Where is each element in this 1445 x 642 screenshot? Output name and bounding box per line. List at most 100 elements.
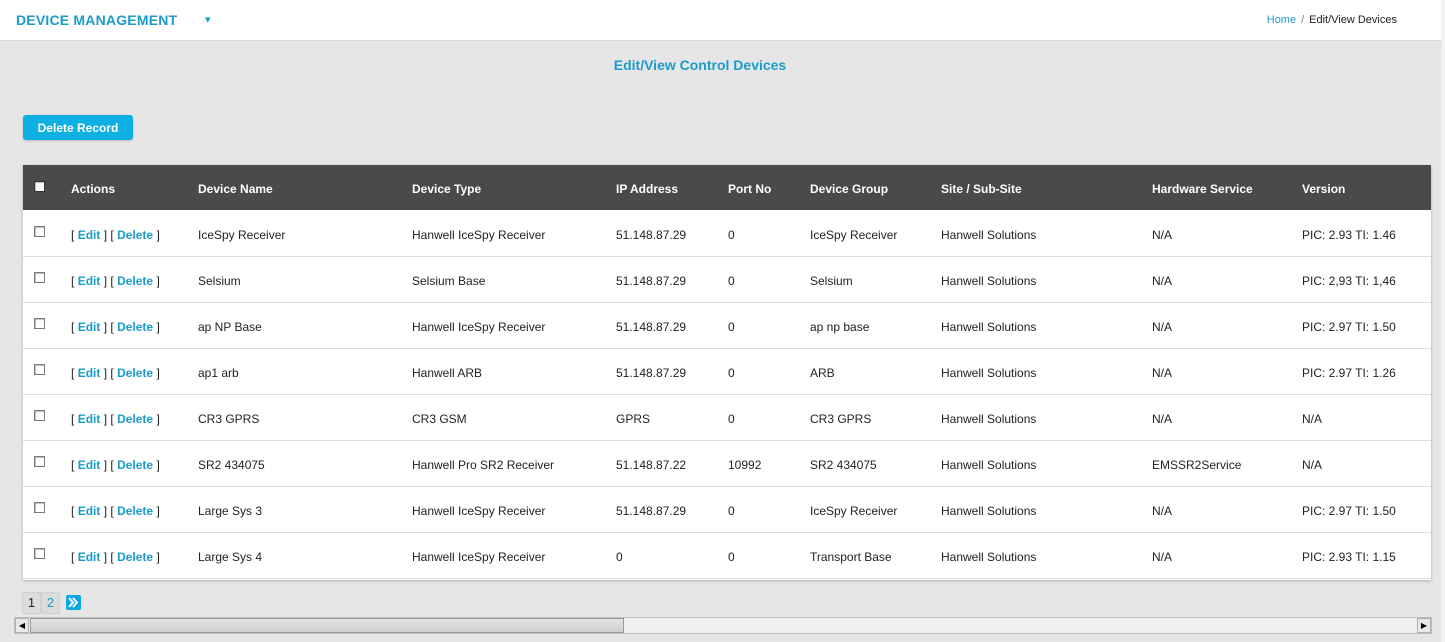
edit-link[interactable]: Edit: [78, 550, 101, 564]
cell-device-group: SR2 434075: [810, 458, 877, 472]
select-all-checkbox[interactable]: [34, 181, 45, 192]
cell-ip-address: 51.148.87.29: [616, 228, 687, 242]
table-row: [ Edit ] [ Delete ] Large Sys 3 Hanwell Ic…: [23, 486, 1431, 533]
table-row: [ Edit ] [ Delete ] IceSpy Receiver Hanwel…: [23, 210, 1431, 257]
delete-link[interactable]: Delete: [117, 228, 153, 242]
table-header: Actions Device Name Device Type IP Addre…: [23, 165, 1431, 210]
row-actions: [ Edit ] [ Delete ]: [71, 412, 160, 426]
bracket: ] [: [103, 550, 114, 564]
col-port-no[interactable]: Port No: [728, 182, 771, 196]
delete-link[interactable]: Delete: [117, 458, 153, 472]
cell-ip-address: 0: [616, 550, 623, 564]
cell-device-name: ap NP Base: [198, 320, 262, 334]
bracket: ] [: [103, 228, 114, 242]
table-row: [ Edit ] [ Delete ] ap NP Base Hanwell Ice…: [23, 302, 1431, 349]
cell-device-name: Selsium: [198, 274, 241, 288]
delete-link[interactable]: Delete: [117, 366, 153, 380]
col-device-name[interactable]: Device Name: [198, 182, 273, 196]
table-row: [ Edit ] [ Delete ] Selsium Selsium Base 51…: [23, 256, 1431, 303]
col-device-type[interactable]: Device Type: [412, 182, 481, 196]
horizontal-scrollbar[interactable]: ◀ ▶: [14, 617, 1432, 634]
col-version[interactable]: Version: [1302, 182, 1345, 196]
cell-device-type: Hanwell IceSpy Receiver: [412, 550, 546, 564]
devices-table: Actions Device Name Device Type IP Addre…: [23, 165, 1431, 580]
delete-link[interactable]: Delete: [117, 550, 153, 564]
cell-device-type: Selsium Base: [412, 274, 486, 288]
delete-record-button[interactable]: Delete Record: [23, 115, 133, 140]
edit-link[interactable]: Edit: [78, 366, 101, 380]
cell-version: N/A: [1302, 412, 1323, 426]
cell-device-type: Hanwell Pro SR2 Receiver: [412, 458, 555, 472]
bracket: [: [71, 228, 75, 242]
scroll-left-icon[interactable]: ◀: [15, 618, 29, 633]
next-page-button[interactable]: [63, 592, 84, 614]
menu-dropdown-icon[interactable]: ▾: [205, 13, 211, 26]
row-select-checkbox[interactable]: [34, 318, 45, 329]
row-select-checkbox[interactable]: [34, 226, 45, 237]
row-select-checkbox[interactable]: [34, 364, 45, 375]
cell-site: Hanwell Solutions: [941, 320, 1037, 334]
cell-ip-address: 51.148.87.29: [616, 320, 687, 334]
cell-device-type: Hanwell ARB: [412, 366, 483, 380]
row-select-checkbox[interactable]: [34, 548, 45, 559]
page-1[interactable]: 1: [22, 592, 41, 614]
edit-link[interactable]: Edit: [78, 320, 101, 334]
bracket: ] [: [103, 504, 114, 518]
cell-hardware-service: N/A: [1152, 366, 1173, 380]
cell-version: PIC: 2,93 TI: 1,46: [1302, 274, 1396, 288]
edit-link[interactable]: Edit: [78, 458, 101, 472]
cell-version: PIC: 2.97 TI: 1.50: [1302, 320, 1396, 334]
bracket: [: [71, 320, 75, 334]
next-page-icon: [66, 595, 81, 610]
bracket: ]: [156, 228, 160, 242]
cell-device-group: ap np base: [810, 320, 870, 334]
cell-device-type: Hanwell IceSpy Receiver: [412, 504, 546, 518]
row-actions: [ Edit ] [ Delete ]: [71, 320, 160, 334]
breadcrumb-home-link[interactable]: Home: [1267, 14, 1296, 26]
delete-link[interactable]: Delete: [117, 412, 153, 426]
cell-port-no: 0: [728, 274, 735, 288]
cell-ip-address: 51.148.87.29: [616, 504, 687, 518]
cell-device-name: Large Sys 3: [198, 504, 263, 518]
col-hardware-service[interactable]: Hardware Service: [1152, 182, 1253, 196]
cell-port-no: 0: [728, 228, 735, 242]
scroll-right-icon[interactable]: ▶: [1417, 618, 1431, 633]
row-select-checkbox[interactable]: [34, 272, 45, 283]
col-ip-address[interactable]: IP Address: [616, 182, 678, 196]
cell-device-group: ARB: [810, 366, 835, 380]
bracket: ]: [156, 550, 160, 564]
col-device-group[interactable]: Device Group: [810, 182, 888, 196]
edit-link[interactable]: Edit: [78, 504, 101, 518]
app-title: DEVICE MANAGEMENT: [16, 12, 178, 28]
delete-link[interactable]: Delete: [117, 504, 153, 518]
cell-version: PIC: 2.93 TI: 1.46: [1302, 228, 1396, 242]
row-select-checkbox[interactable]: [34, 502, 45, 513]
cell-device-group: CR3 GPRS: [810, 412, 872, 426]
bracket: ] [: [103, 274, 114, 288]
cell-ip-address: GPRS: [616, 412, 651, 426]
scrollbar-thumb[interactable]: [30, 618, 624, 633]
delete-link[interactable]: Delete: [117, 274, 153, 288]
top-bar: DEVICE MANAGEMENT ▾ Home / Edit/View Devic…: [0, 0, 1445, 41]
cell-version: PIC: 2.97 TI: 1.50: [1302, 504, 1396, 518]
page-2[interactable]: 2: [41, 592, 60, 614]
cell-site: Hanwell Solutions: [941, 504, 1037, 518]
bracket: ]: [156, 274, 160, 288]
delete-link[interactable]: Delete: [117, 320, 153, 334]
row-select-checkbox[interactable]: [34, 456, 45, 467]
cell-hardware-service: N/A: [1152, 274, 1173, 288]
cell-port-no: 0: [728, 412, 735, 426]
cell-device-name: CR3 GPRS: [198, 412, 260, 426]
cell-site: Hanwell Solutions: [941, 366, 1037, 380]
edit-link[interactable]: Edit: [78, 412, 101, 426]
edit-link[interactable]: Edit: [78, 274, 101, 288]
bracket: [: [71, 458, 75, 472]
col-site[interactable]: Site / Sub-Site: [941, 182, 1022, 196]
bracket: [: [71, 550, 75, 564]
row-select-checkbox[interactable]: [34, 410, 45, 421]
bracket: ]: [156, 320, 160, 334]
bracket: ] [: [103, 412, 114, 426]
table-row: [ Edit ] [ Delete ] Large Sys 4 Hanwell Ic…: [23, 532, 1431, 579]
edit-link[interactable]: Edit: [78, 228, 101, 242]
col-actions[interactable]: Actions: [71, 182, 115, 196]
